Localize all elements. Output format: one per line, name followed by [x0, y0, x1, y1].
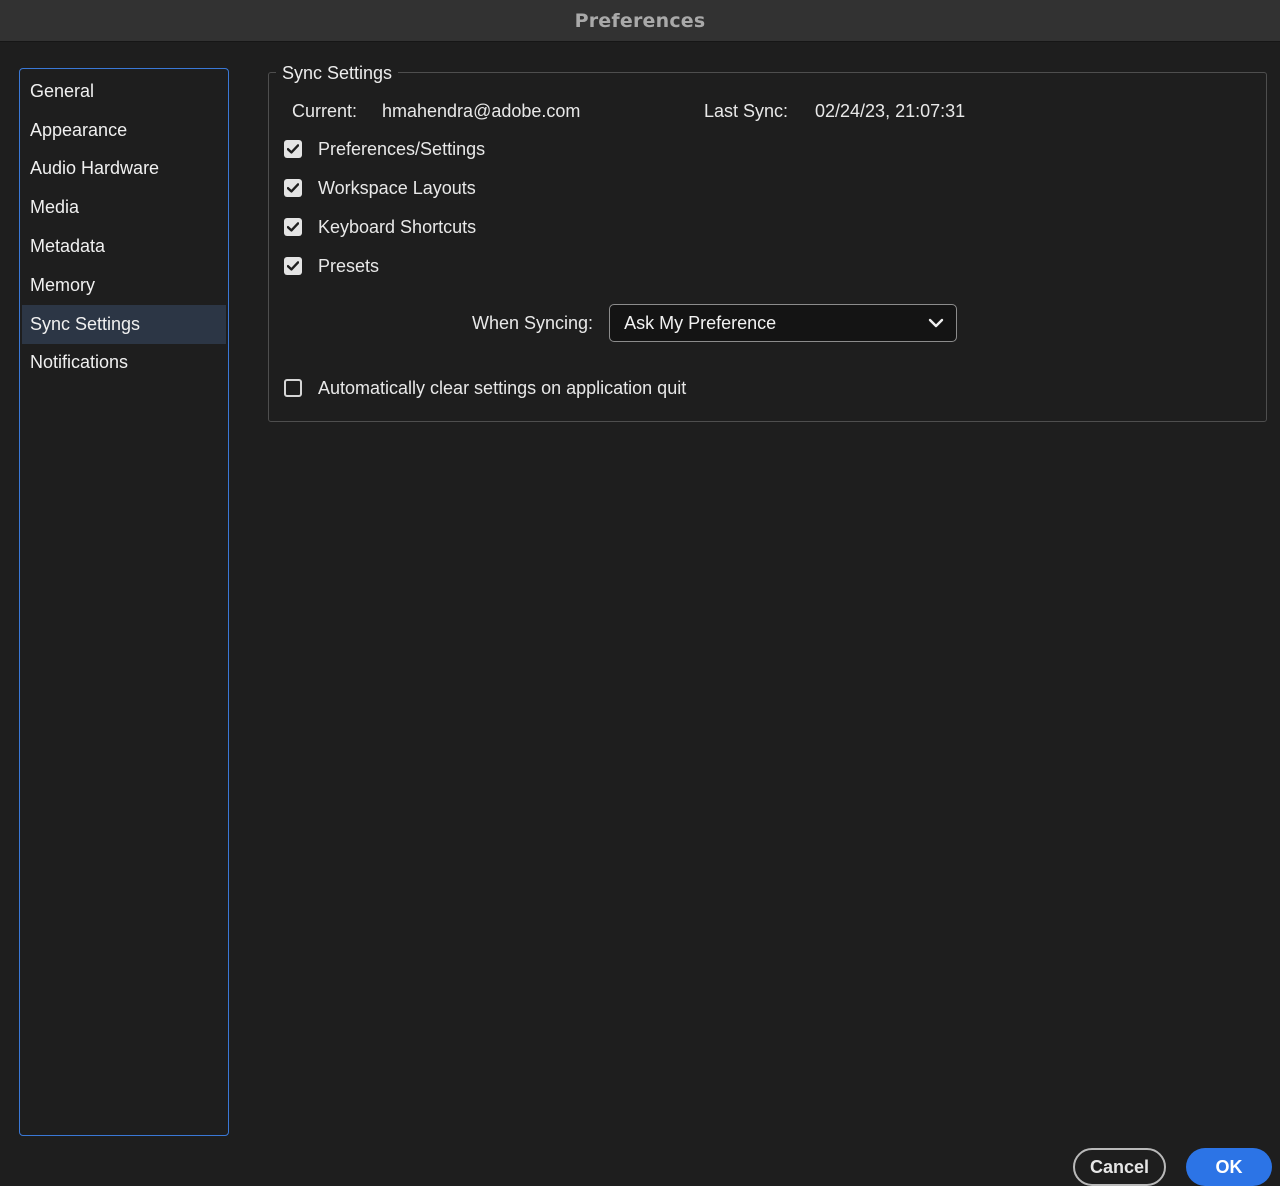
sidebar-item-audio-hardware[interactable]: Audio Hardware: [22, 150, 226, 189]
preferences-sidebar: General Appearance Audio Hardware Media …: [19, 68, 229, 1136]
sidebar-item-media[interactable]: Media: [22, 188, 226, 227]
dropdown-value: Ask My Preference: [624, 312, 777, 333]
sidebar-item-general[interactable]: General: [22, 72, 226, 111]
when-syncing-dropdown[interactable]: Ask My Preference: [609, 304, 958, 342]
option-preferences-settings[interactable]: Preferences/Settings: [284, 137, 485, 161]
checkmark-icon[interactable]: [284, 257, 302, 275]
account-row: Current: hmahendra@adobe.com Last Sync: …: [292, 99, 1232, 123]
checkmark-icon[interactable]: [284, 179, 302, 197]
sidebar-item-memory[interactable]: Memory: [22, 266, 226, 305]
last-sync-label: Last Sync:: [704, 101, 789, 121]
title-bar: Preferences: [0, 0, 1280, 42]
last-sync-value: 02/24/23, 21:07:31: [815, 101, 966, 121]
option-label: Keyboard Shortcuts: [318, 216, 477, 237]
sidebar-item-notifications[interactable]: Notifications: [22, 344, 226, 383]
cancel-button[interactable]: Cancel: [1073, 1148, 1166, 1186]
option-presets[interactable]: Presets: [284, 254, 379, 278]
option-label: Automatically clear settings on applicat…: [318, 377, 687, 398]
when-syncing-row: When Syncing: Ask My Preference: [472, 304, 958, 342]
sidebar-item-appearance[interactable]: Appearance: [22, 111, 226, 150]
current-label: Current:: [292, 101, 358, 121]
option-label: Preferences/Settings: [318, 138, 486, 159]
option-label: Presets: [318, 255, 380, 276]
checkmark-icon[interactable]: [284, 218, 302, 236]
group-title: Sync Settings: [276, 62, 399, 84]
chevron-down-icon: [928, 318, 944, 328]
option-keyboard-shortcuts[interactable]: Keyboard Shortcuts: [284, 215, 476, 239]
option-auto-clear[interactable]: Automatically clear settings on applicat…: [284, 376, 686, 400]
current-account: hmahendra@adobe.com: [382, 101, 581, 121]
window-title: Preferences: [574, 9, 706, 32]
preferences-window: Preferences General Appearance Audio Har…: [0, 0, 1280, 1186]
ok-button[interactable]: OK: [1186, 1148, 1272, 1186]
checkmark-icon[interactable]: [284, 140, 302, 158]
option-label: Workspace Layouts: [318, 177, 476, 198]
checkbox-icon[interactable]: [284, 379, 302, 397]
sidebar-item-metadata[interactable]: Metadata: [22, 227, 226, 266]
option-workspace-layouts[interactable]: Workspace Layouts: [284, 176, 476, 200]
sidebar-item-sync-settings[interactable]: Sync Settings: [22, 304, 226, 344]
when-syncing-label: When Syncing:: [472, 312, 594, 333]
sync-settings-group: Sync Settings Current: hmahendra@adobe.c…: [268, 62, 1267, 422]
